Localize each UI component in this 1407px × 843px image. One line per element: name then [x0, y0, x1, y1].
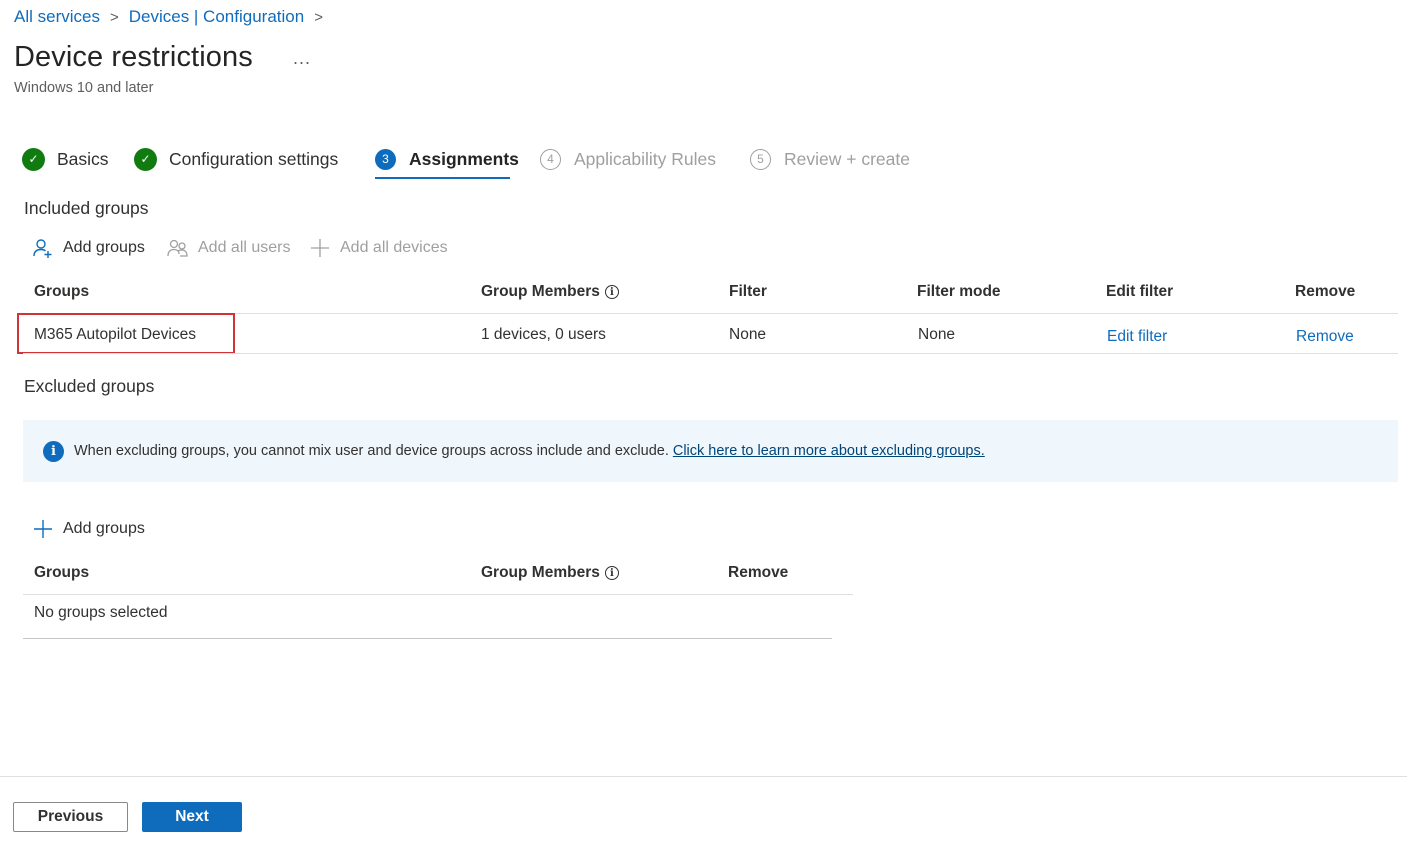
column-header-label: Group Members: [481, 283, 600, 300]
step-assignments[interactable]: 3 Assignments: [375, 145, 519, 173]
excluded-add-groups-button[interactable]: Add groups: [32, 518, 145, 540]
add-person-icon: [32, 237, 54, 259]
previous-button[interactable]: Previous: [13, 802, 128, 832]
command-label: Add groups: [63, 520, 145, 537]
learn-more-excluding-link[interactable]: Click here to learn more about excluding…: [673, 443, 985, 459]
chevron-right-icon: >: [109, 8, 119, 26]
info-icon[interactable]: i: [604, 566, 619, 580]
step-label: Configuration settings: [169, 148, 339, 169]
empty-state-text: No groups selected: [34, 604, 168, 621]
more-options-button[interactable]: ...: [293, 48, 311, 69]
next-button[interactable]: Next: [142, 802, 242, 832]
page-title: Device restrictions: [14, 41, 253, 73]
command-label: Add groups: [63, 239, 145, 256]
checkmark-icon: ✓: [134, 147, 157, 171]
highlight-annotation: [17, 313, 235, 354]
people-icon: [167, 237, 189, 259]
column-header-label: Group Members: [481, 564, 600, 581]
plus-icon: [32, 518, 54, 540]
filter-mode-value: None: [918, 326, 956, 343]
included-groups-heading: Included groups: [24, 198, 149, 218]
column-header-filter-mode: Filter mode: [917, 283, 1001, 300]
info-message-text: When excluding groups, you cannot mix us…: [74, 443, 669, 459]
included-add-groups-button[interactable]: Add groups: [32, 237, 145, 259]
info-icon[interactable]: i: [604, 285, 619, 299]
group-members: 1 devices, 0 users: [481, 326, 606, 343]
table-bottom-divider: [23, 638, 832, 639]
step-label: Basics: [57, 148, 109, 169]
remove-link[interactable]: Remove: [1296, 328, 1354, 346]
step-label: Assignments: [409, 148, 519, 169]
column-header-filter: Filter: [729, 283, 767, 300]
column-header-groups: Groups: [34, 283, 90, 300]
checkmark-icon: ✓: [22, 147, 45, 171]
active-step-indicator: [375, 177, 510, 179]
info-message-bar: i When excluding groups, you cannot mix …: [23, 420, 1398, 482]
table-divider: [23, 594, 853, 595]
info-icon: i: [43, 440, 64, 462]
plus-icon: [309, 237, 331, 259]
excluded-column-header-groups: Groups: [34, 564, 90, 581]
column-header-remove: Remove: [1295, 283, 1356, 300]
command-label: Add all devices: [340, 239, 448, 256]
excluded-column-header-remove: Remove: [728, 564, 789, 581]
footer-divider: [0, 776, 1407, 777]
filter-value: None: [729, 326, 767, 343]
excluded-column-header-group-members: Group Members i: [481, 564, 619, 582]
breadcrumb: All services > Devices | Configuration >: [14, 7, 333, 27]
step-applicability-rules: 4 Applicability Rules: [540, 145, 716, 173]
column-header-group-members: Group Members i: [481, 283, 619, 301]
column-header-edit-filter: Edit filter: [1106, 283, 1174, 300]
step-number-icon: 4: [540, 148, 561, 170]
excluded-groups-heading: Excluded groups: [24, 376, 155, 396]
step-label: Applicability Rules: [574, 148, 717, 169]
breadcrumb-devices-configuration[interactable]: Devices | Configuration: [129, 7, 304, 27]
step-label: Review + create: [784, 148, 910, 169]
step-number-icon: 5: [750, 148, 771, 170]
step-number-icon: 3: [375, 148, 396, 170]
breadcrumb-all-services[interactable]: All services: [14, 7, 100, 27]
step-basics[interactable]: ✓ Basics: [22, 145, 109, 173]
add-all-devices-button: Add all devices: [309, 237, 448, 259]
edit-filter-link[interactable]: Edit filter: [1107, 328, 1167, 346]
chevron-right-icon: >: [314, 8, 323, 26]
page-subtitle: Windows 10 and later: [14, 80, 154, 96]
table-row-divider: [23, 353, 1398, 354]
add-all-users-button: Add all users: [167, 237, 291, 259]
command-label: Add all users: [198, 239, 291, 256]
step-configuration-settings[interactable]: ✓ Configuration settings: [134, 145, 338, 173]
step-review-create: 5 Review + create: [750, 145, 910, 173]
